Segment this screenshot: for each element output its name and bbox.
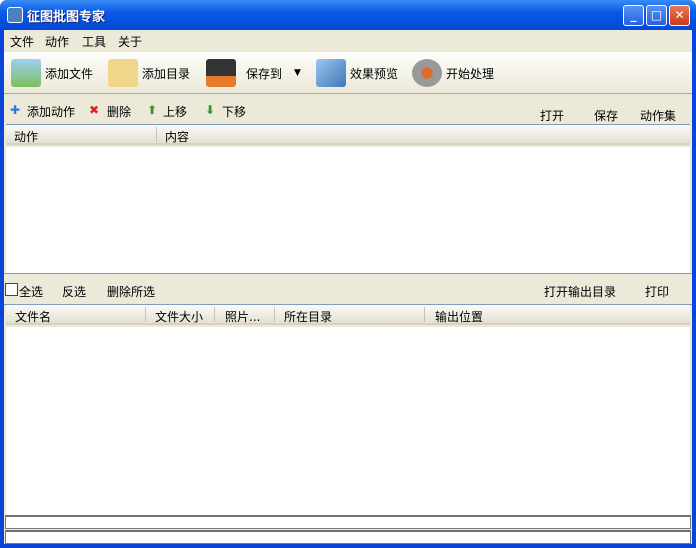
start-processing-label: 开始处理 xyxy=(446,66,495,81)
folder-icon xyxy=(108,59,138,87)
app-icon xyxy=(7,7,23,23)
add-directory-button[interactable]: 添加目录 xyxy=(108,59,190,87)
action-list-header: 动作 内容 xyxy=(6,125,690,145)
add-file-label: 添加文件 xyxy=(45,66,94,81)
column-action[interactable]: 动作 xyxy=(14,128,38,145)
column-photo[interactable]: 照片... xyxy=(225,308,260,325)
delete-selected-button[interactable]: 删除所选 xyxy=(107,283,155,300)
column-filesize[interactable]: 文件大小 xyxy=(155,308,203,325)
column-content[interactable]: 内容 xyxy=(165,128,189,145)
menu-about[interactable]: 关于 xyxy=(118,33,142,50)
open-button[interactable]: 打开 xyxy=(540,107,564,124)
add-directory-label: 添加目录 xyxy=(142,66,191,81)
add-action-button[interactable]: 添加动作 xyxy=(27,103,75,120)
maximize-button[interactable]: □ xyxy=(646,5,667,26)
column-output-location[interactable]: 输出位置 xyxy=(435,308,483,325)
save-to-label: 保存到 xyxy=(246,66,283,81)
status-bar xyxy=(5,530,691,544)
window-title: 征图批图专家 xyxy=(27,10,106,25)
client-area: 文件 动作 工具 关于 添加文件 添加目录 保存到 ▼ 效果预览 开始处理 ✚ 添… xyxy=(4,30,692,544)
menu-file[interactable]: 文件 xyxy=(10,33,34,50)
main-toolbar: 添加文件 添加目录 保存到 ▼ 效果预览 开始处理 xyxy=(4,52,692,94)
column-filename[interactable]: 文件名 xyxy=(15,308,51,325)
select-all-checkbox[interactable] xyxy=(5,283,18,296)
menu-action[interactable]: 动作 xyxy=(45,33,69,50)
move-down-button[interactable]: 下移 xyxy=(222,103,246,120)
action-list[interactable] xyxy=(6,147,690,273)
close-button[interactable]: ✕ xyxy=(669,5,690,26)
arrow-up-icon: ⬆ xyxy=(147,103,158,117)
chevron-down-icon[interactable]: ▼ xyxy=(294,68,301,78)
menu-tools[interactable]: 工具 xyxy=(82,33,106,50)
app-window: 征图批图专家 _ □ ✕ 文件 动作 工具 关于 添加文件 添加目录 保存到 ▼ … xyxy=(0,0,696,548)
preview-photo-icon xyxy=(316,59,346,87)
select-all-label[interactable]: 全选 xyxy=(19,283,43,300)
column-directory[interactable]: 所在目录 xyxy=(284,308,332,325)
move-up-button[interactable]: 上移 xyxy=(163,103,187,120)
file-list[interactable] xyxy=(6,327,690,515)
add-file-button[interactable]: 添加文件 xyxy=(11,59,93,87)
delete-action-button[interactable]: 删除 xyxy=(107,103,131,120)
invert-selection-button[interactable]: 反选 xyxy=(62,283,86,300)
arrow-down-icon: ⬇ xyxy=(205,103,216,117)
save-button[interactable]: 保存 xyxy=(594,107,618,124)
preview-button[interactable]: 效果预览 xyxy=(316,59,398,87)
floppy-disk-icon xyxy=(206,59,236,87)
preview-label: 效果预览 xyxy=(350,66,399,81)
print-button[interactable]: 打印 xyxy=(645,283,669,300)
add-image-icon xyxy=(11,59,41,87)
save-to-button[interactable]: 保存到 ▼ xyxy=(206,59,301,87)
progress-bar xyxy=(5,515,691,529)
minimize-button[interactable]: _ xyxy=(623,5,644,26)
gears-icon xyxy=(412,59,442,87)
open-output-dir-button[interactable]: 打开输出目录 xyxy=(544,283,616,300)
title-bar: 征图批图专家 _ □ ✕ xyxy=(0,0,696,30)
delete-x-icon: ✖ xyxy=(89,103,100,117)
action-set-button[interactable]: 动作集 xyxy=(640,107,676,124)
file-list-header: 文件名 文件大小 照片... 所在目录 输出位置 xyxy=(6,305,690,325)
plus-icon: ✚ xyxy=(10,103,21,117)
start-processing-button[interactable]: 开始处理 xyxy=(412,59,494,87)
